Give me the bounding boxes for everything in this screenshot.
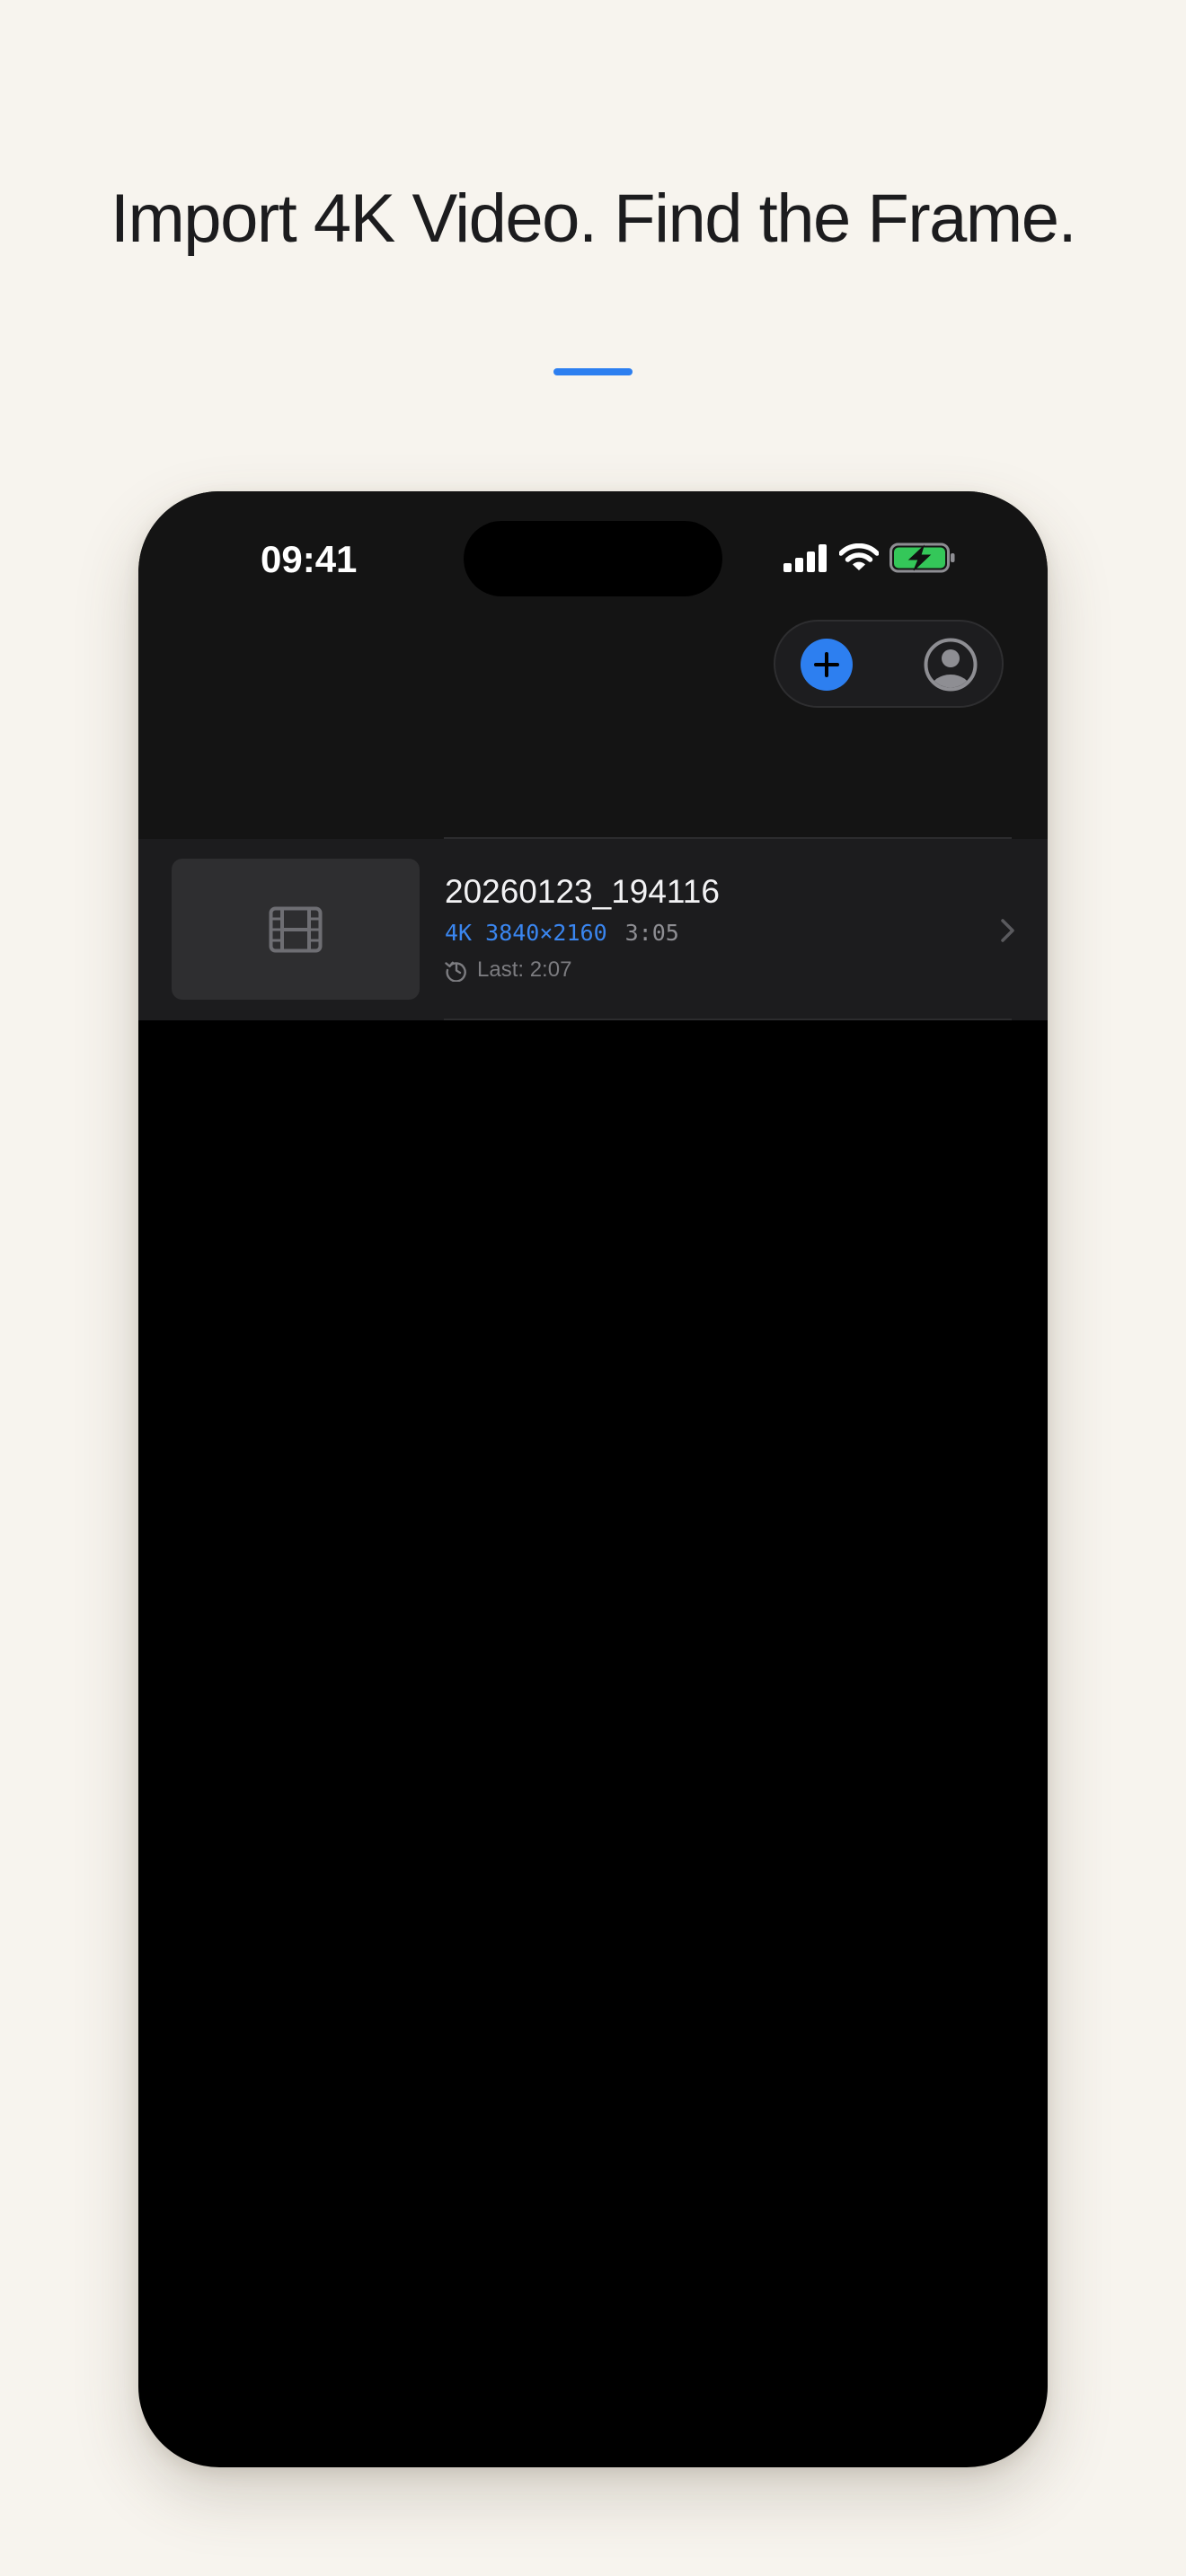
video-duration: 3:05 <box>624 920 679 946</box>
status-icons <box>783 542 956 578</box>
dynamic-island <box>464 521 722 596</box>
wifi-icon <box>838 543 880 577</box>
last-position-text: Last: 2:07 <box>477 957 572 982</box>
plus-icon <box>814 652 839 677</box>
video-thumbnail <box>172 859 420 1000</box>
film-icon <box>269 906 323 952</box>
row-separator <box>444 1019 1012 1020</box>
row-separator <box>444 837 1012 839</box>
chevron-right-icon <box>1001 919 1014 942</box>
video-title: 20260123_194116 <box>445 873 720 910</box>
accent-divider <box>553 368 633 375</box>
video-list-item[interactable]: 20260123_194116 4K 3840×2160 3:05 Last: … <box>138 839 1048 1020</box>
history-icon <box>445 961 466 982</box>
person-circle-icon <box>924 638 978 692</box>
headline: Import 4K Video. Find the Frame. <box>110 181 1077 257</box>
add-video-button[interactable] <box>801 639 853 691</box>
cellular-signal-icon <box>783 543 828 577</box>
phone-frame: 09:41 20260123_194116 4K 3840×2160 3:05 … <box>138 491 1048 2467</box>
toolbar-pill <box>774 620 1004 708</box>
video-resolution: 4K 3840×2160 <box>445 920 607 946</box>
video-meta: 4K 3840×2160 3:05 <box>445 920 679 946</box>
status-time: 09:41 <box>261 538 358 580</box>
battery-charging-icon <box>890 543 956 578</box>
profile-button[interactable] <box>923 637 978 693</box>
last-position: Last: 2:07 <box>445 957 571 983</box>
